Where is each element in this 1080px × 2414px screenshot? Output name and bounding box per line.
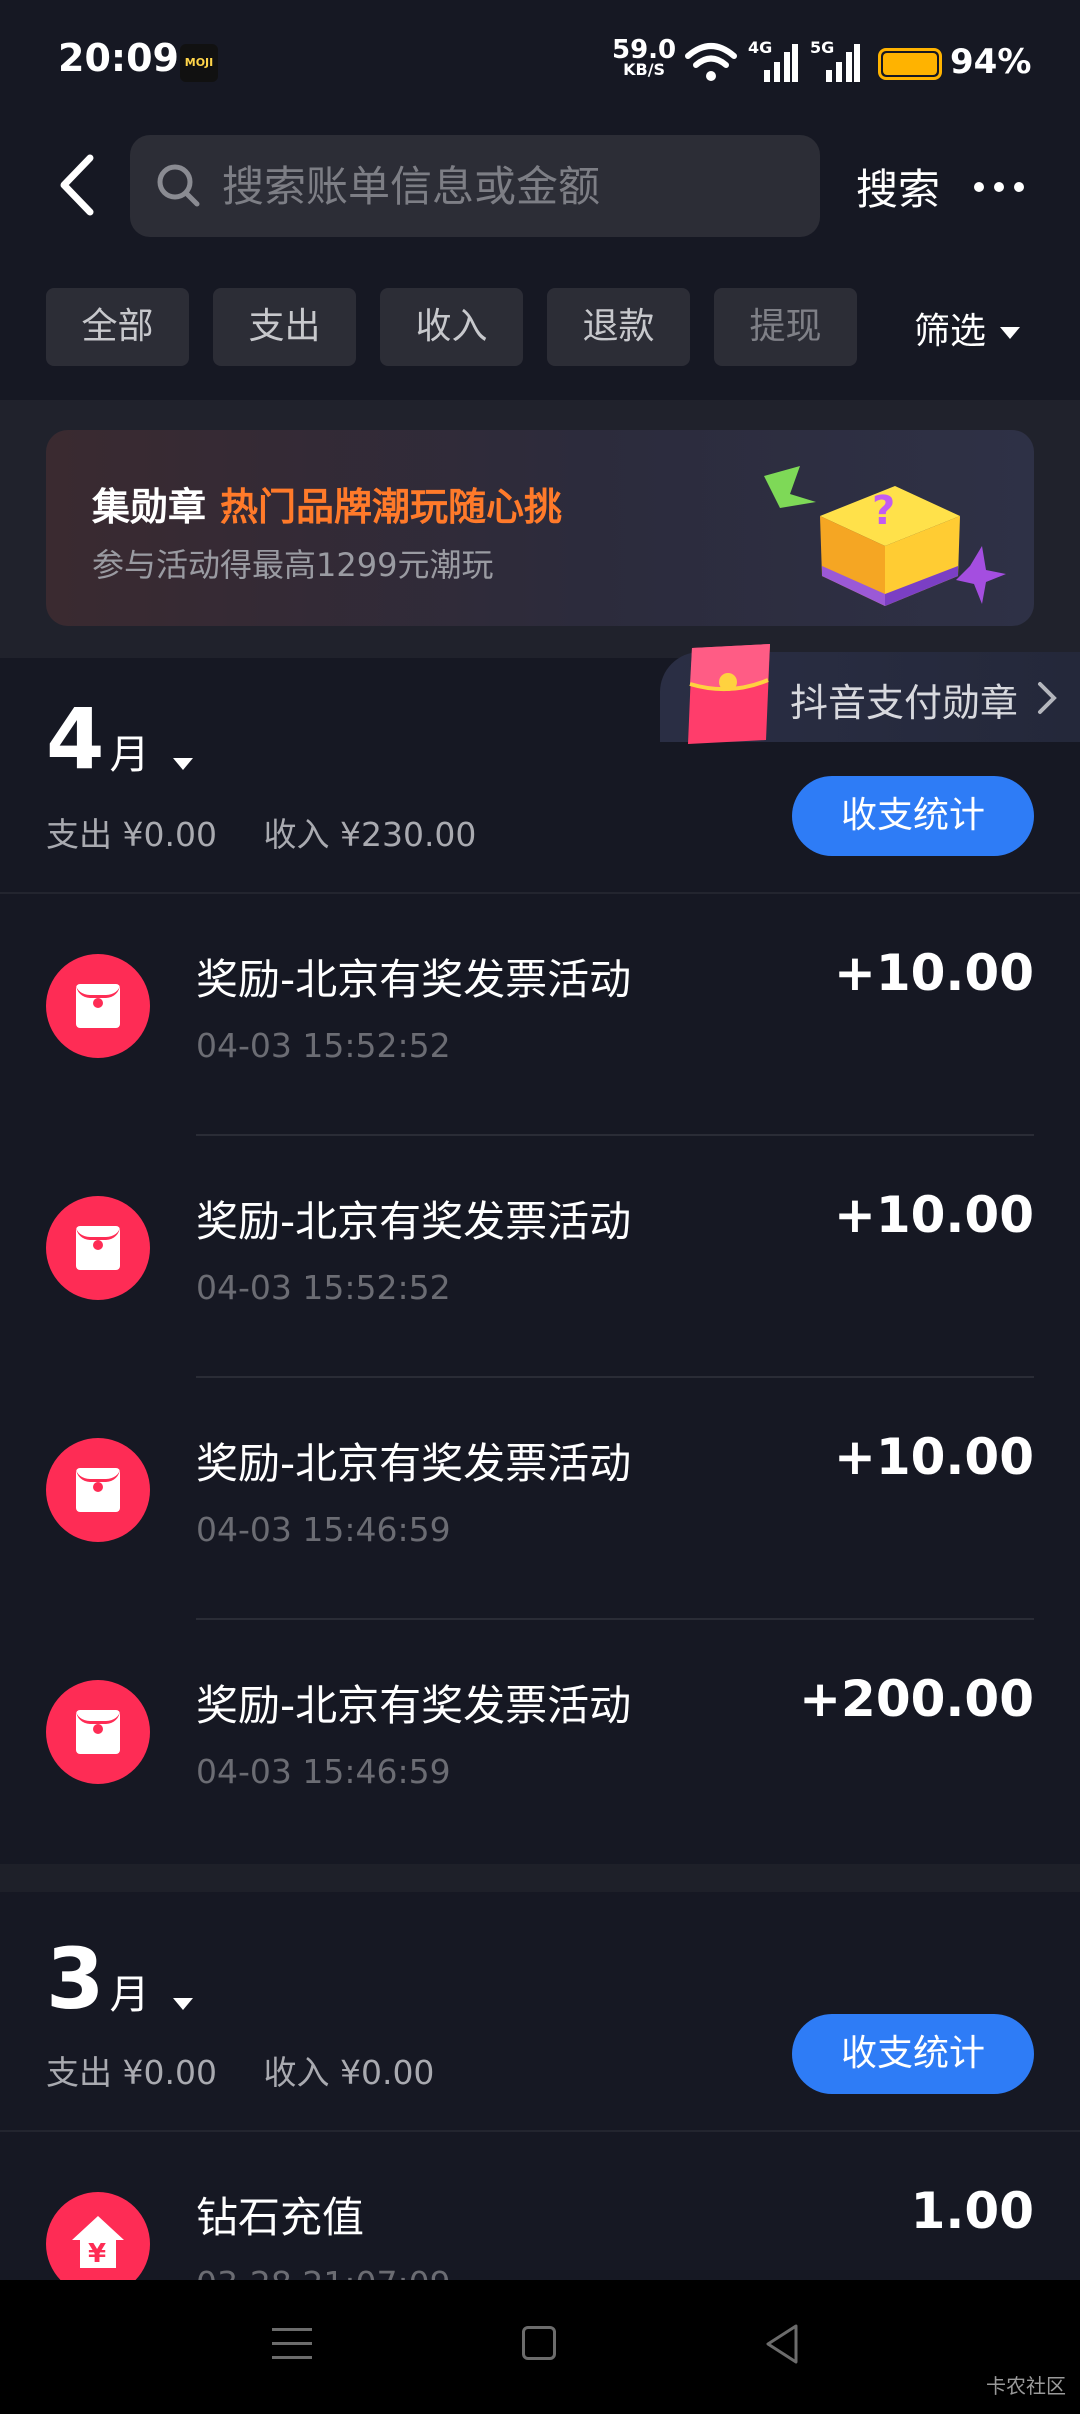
month-number: 3 <box>46 1930 105 2028</box>
payment-badge-link[interactable]: 抖音支付勋章 <box>660 644 1080 744</box>
search-input[interactable] <box>222 135 782 237</box>
filter-chip-all[interactable]: 全部 <box>46 288 189 366</box>
badge-link-label: 抖音支付勋章 <box>790 681 1019 725</box>
yuan-house-icon: ¥ <box>46 2192 150 2280</box>
moji-app-icon: MOJI <box>180 44 218 82</box>
transaction-row[interactable]: ¥ 钻石充值 03-28 21:07:09 1.00 <box>0 2134 1080 2280</box>
month-unit: 月 <box>109 732 150 778</box>
stats-button[interactable]: 收支统计 <box>792 776 1034 856</box>
search-button[interactable]: 搜索 <box>856 156 940 217</box>
chevron-right-icon <box>1038 682 1057 714</box>
divider <box>0 892 1080 894</box>
svg-text:¥: ¥ <box>88 2239 106 2269</box>
transaction-time: 04-03 15:52:52 <box>196 1268 451 1307</box>
filter-chip-expense[interactable]: 支出 <box>213 288 356 366</box>
transaction-amount: +10.00 <box>833 1186 1034 1244</box>
month-selector-april[interactable]: 4 月 <box>46 690 193 788</box>
month-unit: 月 <box>109 1972 150 2018</box>
month-number: 4 <box>46 690 105 788</box>
transaction-row[interactable]: 奖励-北京有奖发票活动 04-03 15:46:59 +10.00 <box>0 1380 1080 1620</box>
caret-down-icon <box>172 1997 193 2010</box>
transaction-amount: +200.00 <box>799 1670 1034 1728</box>
transaction-time: 04-03 15:46:59 <box>196 1510 451 1549</box>
transaction-row[interactable]: 奖励-北京有奖发票活动 04-03 15:52:52 +10.00 <box>0 1138 1080 1378</box>
filter-chip-refund[interactable]: 退款 <box>547 288 690 366</box>
red-envelope-icon <box>46 1438 150 1542</box>
transaction-title: 钻石充值 <box>196 2193 365 2242</box>
red-packet-icon <box>688 644 770 744</box>
wifi-icon <box>685 43 737 81</box>
expense-total: 支出 ¥0.00 <box>46 2053 217 2092</box>
filter-chip-income[interactable]: 收入 <box>380 288 523 366</box>
transaction-amount: +10.00 <box>833 1428 1034 1486</box>
more-menu-icon[interactable] <box>972 160 1028 210</box>
transaction-title: 奖励-北京有奖发票活动 <box>196 1681 632 1730</box>
network-speed: 59.0 KB/S <box>612 37 676 78</box>
battery-icon <box>878 48 942 80</box>
row-divider <box>196 1376 1034 1378</box>
banner-title: 集勋章 热门品牌潮玩随心挑 <box>92 476 562 531</box>
status-time: 20:09 <box>58 36 179 80</box>
transaction-time: 04-03 15:52:52 <box>196 1026 451 1065</box>
search-box[interactable] <box>130 135 820 237</box>
back-arrow-icon[interactable] <box>50 150 110 220</box>
search-icon <box>157 164 200 207</box>
filter-chip-withdraw[interactable]: 提现 <box>714 288 857 366</box>
transaction-title: 奖励-北京有奖发票活动 <box>196 1439 632 1488</box>
transaction-title: 奖励-北京有奖发票活动 <box>196 1197 632 1246</box>
transaction-time: 03-28 21:07:09 <box>196 2264 451 2280</box>
home-icon[interactable] <box>522 2326 556 2360</box>
transaction-amount: 1.00 <box>910 2182 1034 2240</box>
promo-banner[interactable]: 集勋章 热门品牌潮玩随心挑 参与活动得最高1299元潮玩 ? <box>46 430 1034 626</box>
svg-text:?: ? <box>872 488 895 534</box>
row-divider <box>196 1134 1034 1136</box>
status-bar: 20:09 MOJI 59.0 KB/S 4G 5G 94% <box>0 0 1080 126</box>
month-selector-march[interactable]: 3 月 <box>46 1930 193 2028</box>
transaction-amount: +10.00 <box>833 944 1034 1002</box>
watermark: 卡农社区 <box>986 2374 1066 2398</box>
section-separator <box>0 1864 1080 1892</box>
caret-down-icon <box>1000 327 1021 339</box>
month-summary: 支出 ¥0.00 收入 ¥230.00 <box>46 808 476 856</box>
banner-title-highlight: 热门品牌潮玩随心挑 <box>220 485 563 529</box>
caret-down-icon <box>172 757 193 770</box>
row-divider <box>196 1618 1034 1620</box>
red-envelope-icon <box>46 1196 150 1300</box>
menu-icon[interactable] <box>272 2326 312 2362</box>
banner-title-main: 集勋章 <box>92 485 207 529</box>
mystery-box-icon: ? <box>764 466 1006 606</box>
expense-total: 支出 ¥0.00 <box>46 815 217 854</box>
month-summary: 支出 ¥0.00 收入 ¥0.00 <box>46 2046 434 2094</box>
red-envelope-icon <box>46 1680 150 1784</box>
transaction-time: 04-03 15:46:59 <box>196 1752 451 1791</box>
income-total: 收入 ¥230.00 <box>263 815 477 854</box>
transaction-row[interactable]: 奖励-北京有奖发票活动 04-03 15:46:59 +200.00 <box>0 1622 1080 1862</box>
back-triangle-icon[interactable] <box>762 2322 802 2366</box>
battery-percent: 94% <box>950 42 1032 82</box>
filter-button[interactable]: 筛选 <box>914 302 1021 354</box>
filter-button-label: 筛选 <box>914 311 987 352</box>
transaction-row[interactable]: 奖励-北京有奖发票活动 04-03 15:52:52 +10.00 <box>0 896 1080 1136</box>
stats-button[interactable]: 收支统计 <box>792 2014 1034 2094</box>
red-envelope-icon <box>46 954 150 1058</box>
banner-subtitle: 参与活动得最高1299元潮玩 <box>92 546 494 584</box>
divider <box>0 2130 1080 2132</box>
income-total: 收入 ¥0.00 <box>263 2053 435 2092</box>
transaction-title: 奖励-北京有奖发票活动 <box>196 955 632 1004</box>
